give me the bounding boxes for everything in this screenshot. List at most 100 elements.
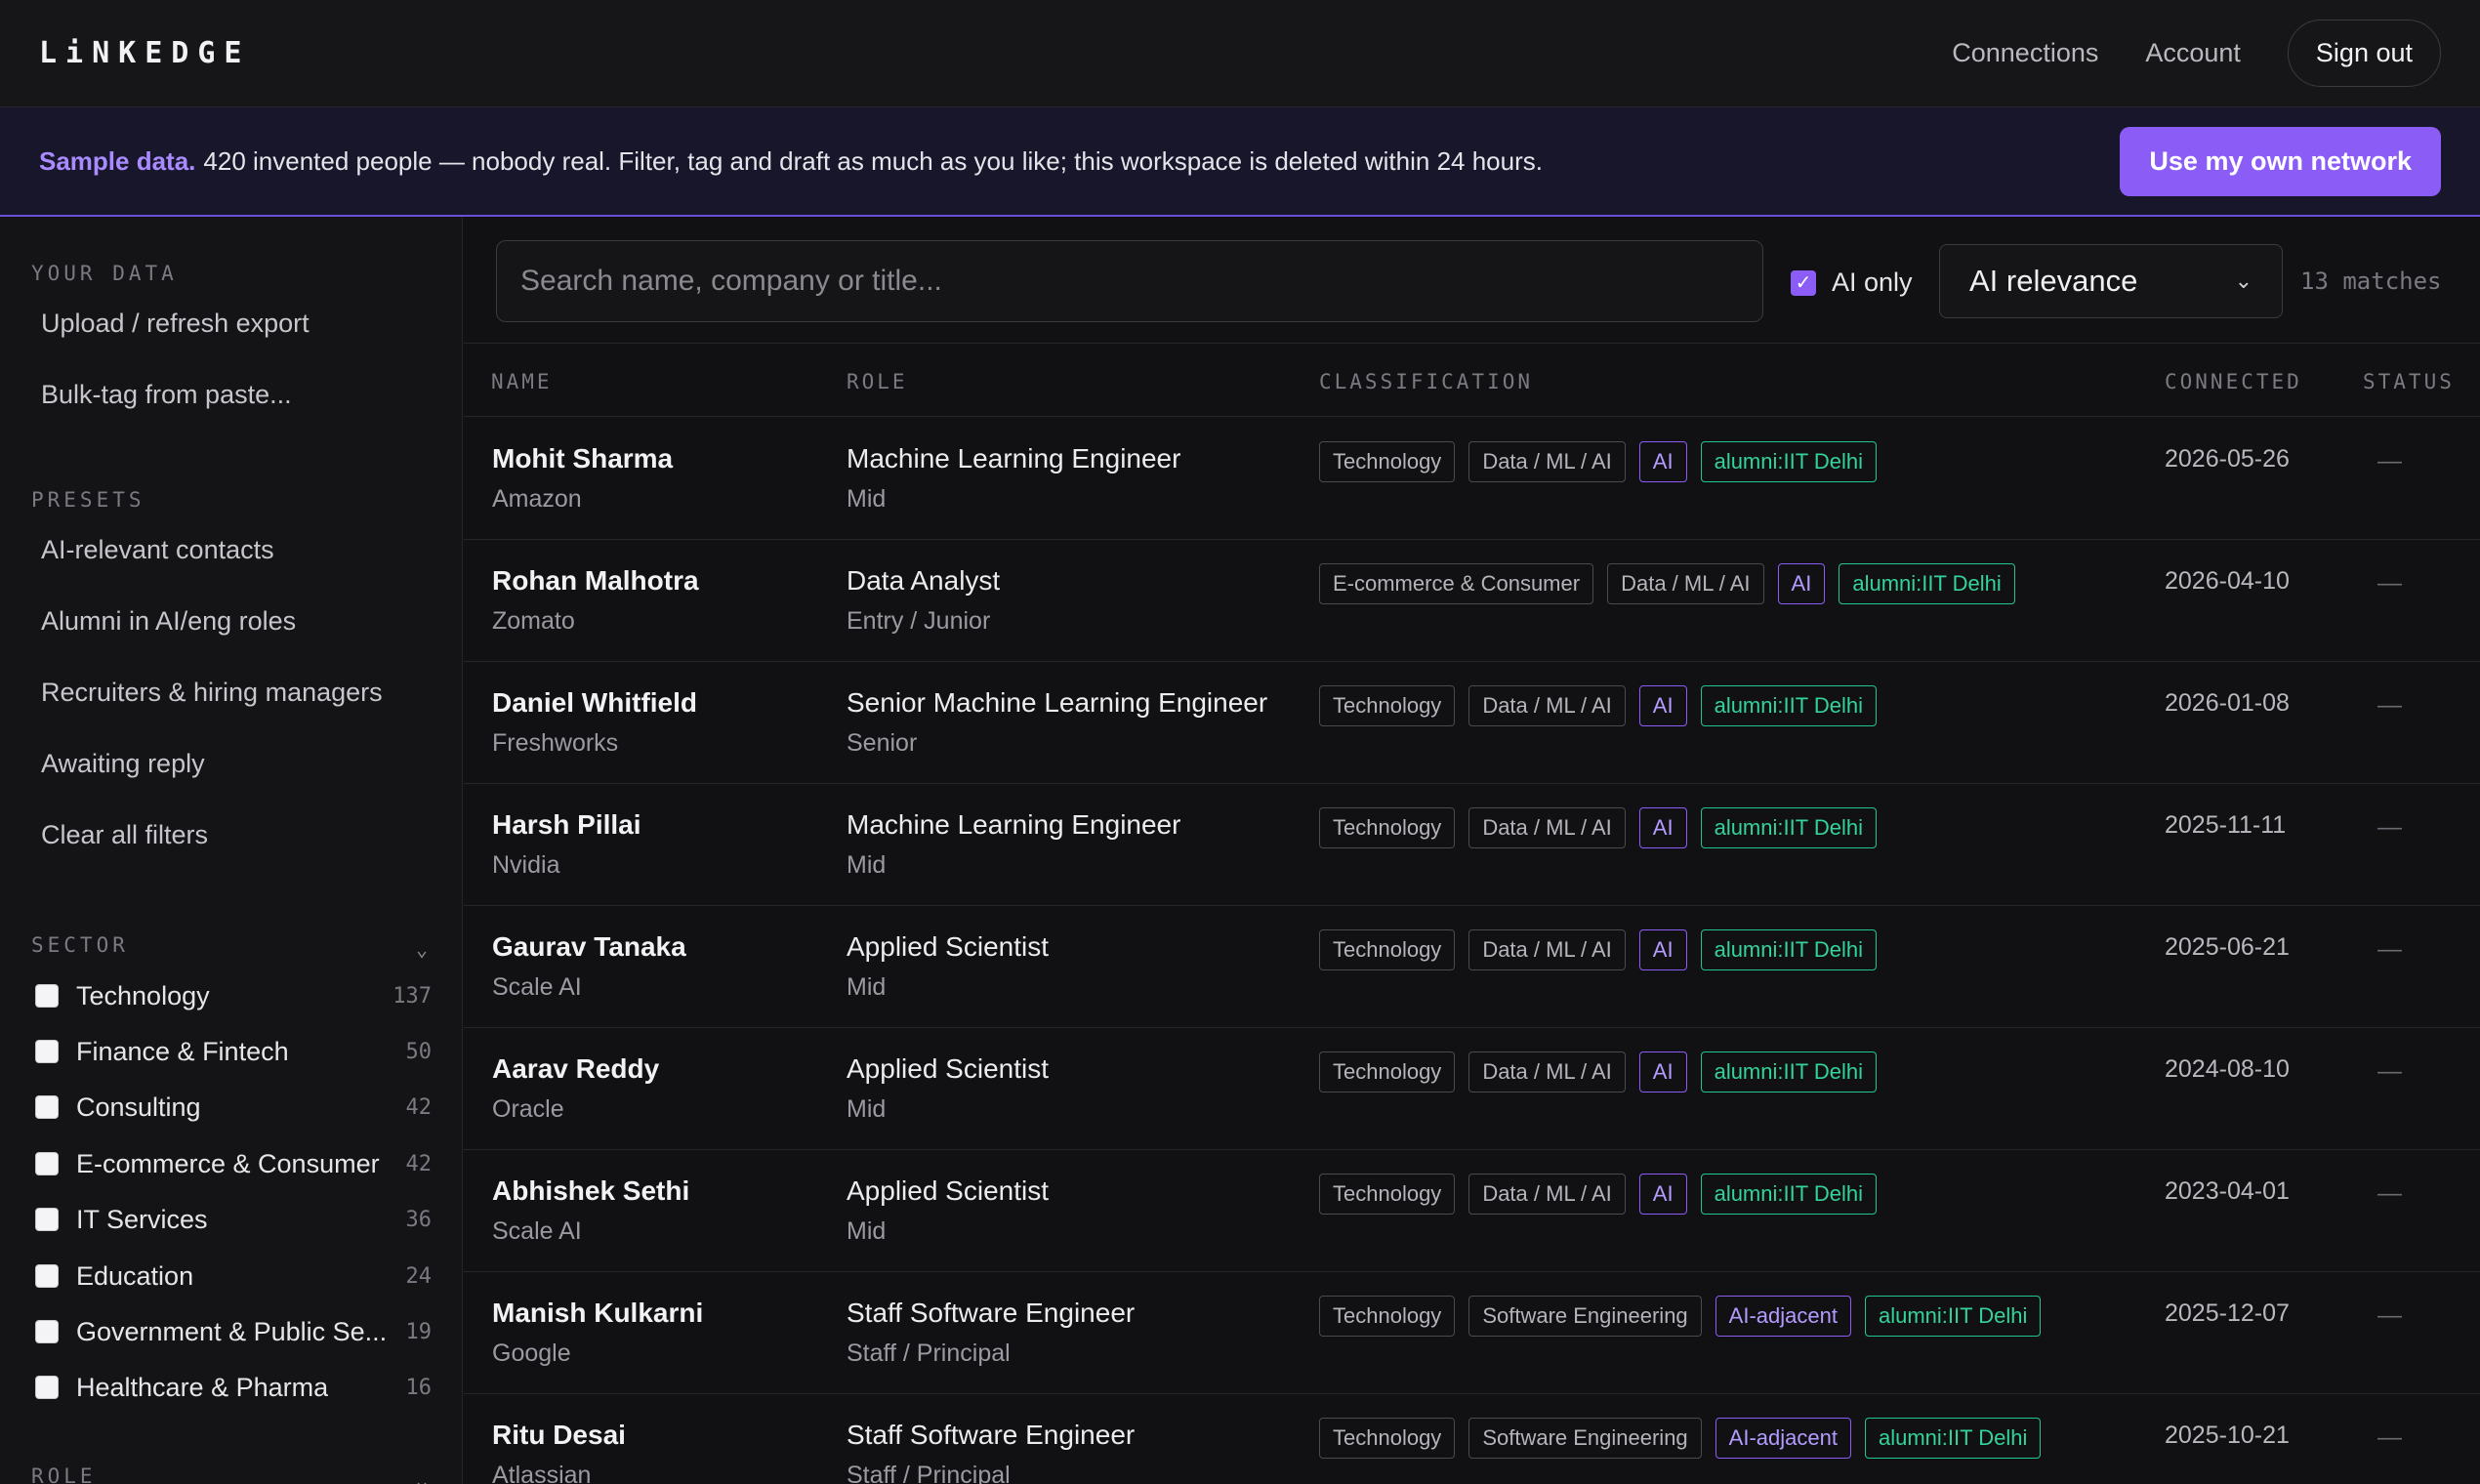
checkbox[interactable] [35,1320,59,1343]
filter-label: Healthcare & Pharma [76,1372,329,1402]
bulk-tag-link[interactable]: Bulk-tag from paste... [31,380,292,410]
ai-only-checkbox[interactable]: ✓ [1791,269,1816,296]
sector-tag: Technology [1319,1051,1456,1092]
alumni-tag: alumni:IIT Delhi [1700,1051,1878,1092]
preset-awaiting-reply[interactable]: Awaiting reply [31,749,205,779]
sector-tag: Technology [1319,807,1456,848]
status-value: — [2377,935,2402,963]
table-row[interactable]: Gaurav Tanaka Scale AI Applied Scientist… [464,906,2480,1028]
presets-label: PRESETS [31,488,145,512]
your-data-section: YOUR DATA Upload / refresh export Bulk-t… [31,262,432,409]
table-row[interactable]: Mohit Sharma Amazon Machine Learning Eng… [464,418,2480,540]
contact-name[interactable]: Mohit Sharma [492,443,673,474]
sort-select-value: AI relevance [1969,264,2138,298]
sort-select[interactable]: AI relevance ⌄ [1939,244,2283,318]
preset-clear-filters[interactable]: Clear all filters [31,820,208,850]
checkbox[interactable] [35,984,59,1008]
table-row[interactable]: Manish Kulkarni Google Staff Software En… [464,1272,2480,1394]
function-tag: Data / ML / AI [1468,929,1626,970]
sector-filter-it-services[interactable]: IT Services 36 [31,1200,432,1239]
contact-title: Applied Scientist [847,1053,1050,1084]
sector-label-text: SECTOR [31,933,129,957]
sector-filter-technology[interactable]: Technology 137 [31,976,432,1015]
ai-only-label: AI only [1832,268,1913,297]
contact-name[interactable]: Ritu Desai [492,1420,626,1451]
sector-filter-finance[interactable]: Finance & Fintech 50 [31,1032,432,1071]
search-input[interactable]: Search name, company or title... [496,240,1763,322]
classification-tags: Technology Data / ML / AI AI alumni:IIT … [1319,807,1878,848]
preset-alumni-ai[interactable]: Alumni in AI/eng roles [31,606,296,637]
alumni-tag: alumni:IIT Delhi [1700,929,1878,970]
chevron-down-icon[interactable]: ⌄ [416,937,432,961]
app-logo[interactable]: LiNKEDGE [39,36,251,70]
sector-filter-consulting[interactable]: Consulting 42 [31,1088,432,1127]
chevron-down-icon: ⌄ [2234,268,2253,293]
alumni-tag: alumni:IIT Delhi [1700,807,1878,848]
nav-connections-link[interactable]: Connections [1952,38,2098,68]
filter-toolbar: Search name, company or title... ✓ AI on… [464,217,2480,344]
use-own-network-button[interactable]: Use my own network [2120,126,2441,196]
column-header-connected[interactable]: CONNECTED [2165,370,2302,393]
sector-filter-education[interactable]: Education 24 [31,1257,432,1296]
contact-level: Staff / Principal [847,1462,1011,1484]
table-row[interactable]: Rohan Malhotra Zomato Data Analyst Entry… [464,540,2480,662]
alumni-tag: alumni:IIT Delhi [1864,1296,2042,1337]
contact-level: Entry / Junior [847,607,991,635]
column-header-classification[interactable]: CLASSIFICATION [1319,370,1533,393]
checkbox[interactable] [35,1264,59,1288]
sector-filter-healthcare[interactable]: Healthcare & Pharma 16 [31,1368,432,1407]
nav-account-link[interactable]: Account [2145,38,2241,68]
contact-name[interactable]: Daniel Whitfield [492,687,697,719]
contact-company: Zomato [492,607,575,635]
column-header-status[interactable]: STATUS [2363,370,2455,393]
table-row[interactable]: Ritu Desai Atlassian Staff Software Engi… [464,1394,2480,1484]
alumni-tag: alumni:IIT Delhi [1700,441,1878,482]
checkbox[interactable] [35,1208,59,1231]
function-tag: Software Engineering [1468,1296,1702,1337]
column-header-name[interactable]: NAME [491,370,553,393]
preset-ai-relevant[interactable]: AI-relevant contacts [31,535,274,565]
banner-strong-text: Sample data. [39,145,196,176]
role-label[interactable]: ROLE ⌄ [31,1464,432,1484]
contact-level: Mid [847,485,887,513]
contact-name[interactable]: Gaurav Tanaka [492,931,686,963]
contact-title: Data Analyst [847,565,1001,596]
table-row[interactable]: Aarav Reddy Oracle Applied Scientist Mid… [464,1028,2480,1150]
upload-export-link[interactable]: Upload / refresh export [31,309,310,339]
chevron-down-icon[interactable]: ⌄ [416,1468,432,1484]
contact-name[interactable]: Aarav Reddy [492,1053,659,1085]
function-tag: Data / ML / AI [1607,563,1764,604]
checkbox[interactable] [35,1152,59,1175]
filter-count: 42 [405,1094,433,1120]
ai-tag: AI [1638,685,1687,726]
column-header-role[interactable]: ROLE [847,370,908,393]
connected-date: 2025-10-21 [2165,1422,2290,1449]
connected-date: 2025-12-07 [2165,1299,2290,1327]
sign-out-button[interactable]: Sign out [2287,20,2441,87]
filter-label: Finance & Fintech [76,1036,289,1066]
table-row[interactable]: Abhishek Sethi Scale AI Applied Scientis… [464,1150,2480,1272]
checkbox[interactable] [35,1040,59,1063]
sector-label[interactable]: SECTOR ⌄ [31,933,432,961]
preset-recruiters[interactable]: Recruiters & hiring managers [31,678,383,708]
checkbox[interactable] [35,1376,59,1399]
contact-name[interactable]: Harsh Pillai [492,809,641,841]
table-row[interactable]: Daniel Whitfield Freshworks Senior Machi… [464,662,2480,784]
contact-name[interactable]: Abhishek Sethi [492,1175,689,1207]
ai-tag: AI [1777,563,1826,604]
contact-name[interactable]: Manish Kulkarni [492,1298,703,1329]
sector-filter-government[interactable]: Government & Public Se... 19 [31,1312,432,1351]
top-nav: Connections Account Sign out [1952,20,2441,87]
connected-date: 2023-04-01 [2165,1177,2290,1205]
contact-title: Machine Learning Engineer [847,443,1181,474]
main-content: Search name, company or title... ✓ AI on… [464,217,2480,1484]
function-tag: Data / ML / AI [1468,1174,1626,1215]
table-row[interactable]: Harsh Pillai Nvidia Machine Learning Eng… [464,784,2480,906]
sector-filter-ecommerce[interactable]: E-commerce & Consumer 42 [31,1144,432,1183]
filter-count: 50 [405,1039,433,1064]
contact-level: Mid [847,1095,887,1123]
checkbox[interactable] [35,1095,59,1119]
classification-tags: Technology Data / ML / AI AI alumni:IIT … [1319,685,1878,726]
contact-name[interactable]: Rohan Malhotra [492,565,699,597]
ai-only-toggle[interactable]: ✓ AI only [1791,268,1913,298]
